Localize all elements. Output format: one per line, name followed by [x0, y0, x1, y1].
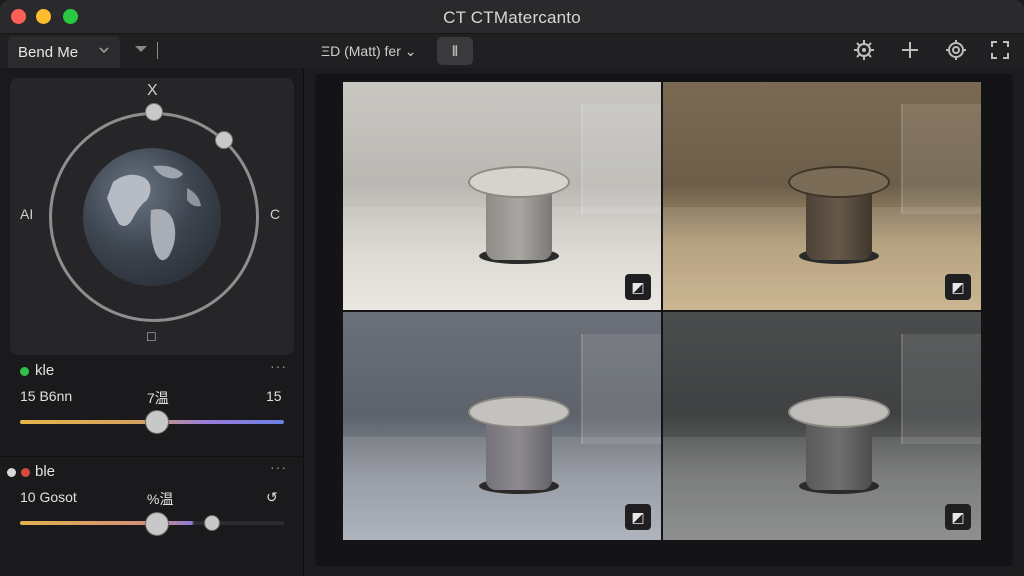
pot-body — [806, 420, 872, 490]
control-b-slider-thumb-1[interactable] — [145, 512, 169, 536]
compass-left-label: AI — [20, 206, 34, 222]
image-tile[interactable]: ◩ — [343, 82, 661, 310]
image-grid: ◩ ◩ ◩ ◩ — [315, 74, 1013, 566]
tile-flag-icon[interactable]: ◩ — [625, 274, 651, 300]
sidebar-tab-label: Bend Me — [18, 44, 79, 61]
plus-icon[interactable] — [899, 39, 921, 67]
pot-rim — [468, 396, 570, 428]
main-content: ΞD (Matt) fer ⌄ ⦀ ◩ ◩ ◩ ◩ — [305, 34, 1024, 576]
pot-rim — [788, 166, 890, 198]
app-window: CT CTMatercanto Bend Me X AI C □ kle ···… — [0, 0, 1024, 576]
sidebar-header: Bend Me — [0, 34, 304, 68]
filter-dropdown-icon[interactable] — [134, 43, 148, 57]
wall-window — [901, 334, 981, 444]
cog-icon[interactable] — [945, 39, 967, 67]
more-options-button[interactable]: ··· — [270, 459, 287, 475]
image-tile[interactable]: ◩ — [343, 312, 661, 540]
orbit-handle-top[interactable] — [145, 103, 163, 121]
gear-icon[interactable] — [853, 39, 875, 67]
grid-view-button[interactable]: ⦀ — [437, 37, 473, 65]
toolbar: ΞD (Matt) fer ⌄ ⦀ — [305, 34, 1024, 68]
control-b-slider-thumb-2[interactable] — [204, 515, 220, 531]
globe-panel: X AI C □ — [10, 78, 294, 355]
tile-flag-icon[interactable]: ◩ — [945, 274, 971, 300]
compass-right-label: C — [270, 206, 281, 222]
title-bar: CT CTMatercanto — [0, 0, 1024, 34]
control-b-label: ble — [35, 463, 56, 480]
control-a-left-value: 15 B6nn — [20, 388, 73, 404]
divider — [157, 42, 158, 59]
tile-flag-icon[interactable]: ◩ — [945, 504, 971, 530]
tile-flag-icon[interactable]: ◩ — [625, 504, 651, 530]
pot-rim — [468, 166, 570, 198]
globe-icon — [83, 148, 221, 286]
pot-body — [486, 420, 552, 490]
chevron-down-icon — [98, 44, 110, 59]
status-dot-green — [20, 367, 29, 376]
expand-icon[interactable] — [989, 39, 1011, 67]
control-a-slider-thumb[interactable] — [145, 410, 169, 434]
sidebar-tab[interactable]: Bend Me — [8, 36, 120, 68]
compass-top-label: X — [147, 82, 158, 99]
pot-body — [486, 190, 552, 260]
status-dot-red — [21, 468, 30, 477]
window-title: CT CTMatercanto — [443, 8, 581, 27]
control-a-label: kle — [35, 362, 55, 379]
control-a-mid-value: 7温 — [147, 390, 169, 406]
wall-window — [581, 104, 661, 214]
status-dot-white — [7, 468, 16, 477]
pot-body — [806, 190, 872, 260]
view-selector[interactable]: ΞD (Matt) fer ⌄ — [321, 43, 417, 60]
image-tile[interactable]: ◩ — [663, 82, 981, 310]
wall-window — [901, 104, 981, 214]
orbit-handle-right[interactable] — [215, 131, 233, 149]
image-tile[interactable]: ◩ — [663, 312, 981, 540]
control-a-right-value: 15 — [266, 388, 282, 404]
control-b-left-value: 10 Gosot — [20, 489, 77, 505]
control-group-b: ble ··· 10 Gosot %温 ↺ — [0, 456, 304, 546]
more-options-button[interactable]: ··· — [270, 358, 287, 374]
sidebar: Bend Me X AI C □ kle ··· 15 B6nn 7温 15 b… — [0, 34, 304, 576]
wall-window — [581, 334, 661, 444]
compass-bottom-label: □ — [147, 328, 156, 344]
pot-rim — [788, 396, 890, 428]
control-group-a: kle ··· 15 B6nn 7温 15 — [0, 356, 304, 446]
reset-icon[interactable]: ↺ — [266, 489, 278, 506]
control-b-mid-value: %温 — [147, 491, 174, 507]
